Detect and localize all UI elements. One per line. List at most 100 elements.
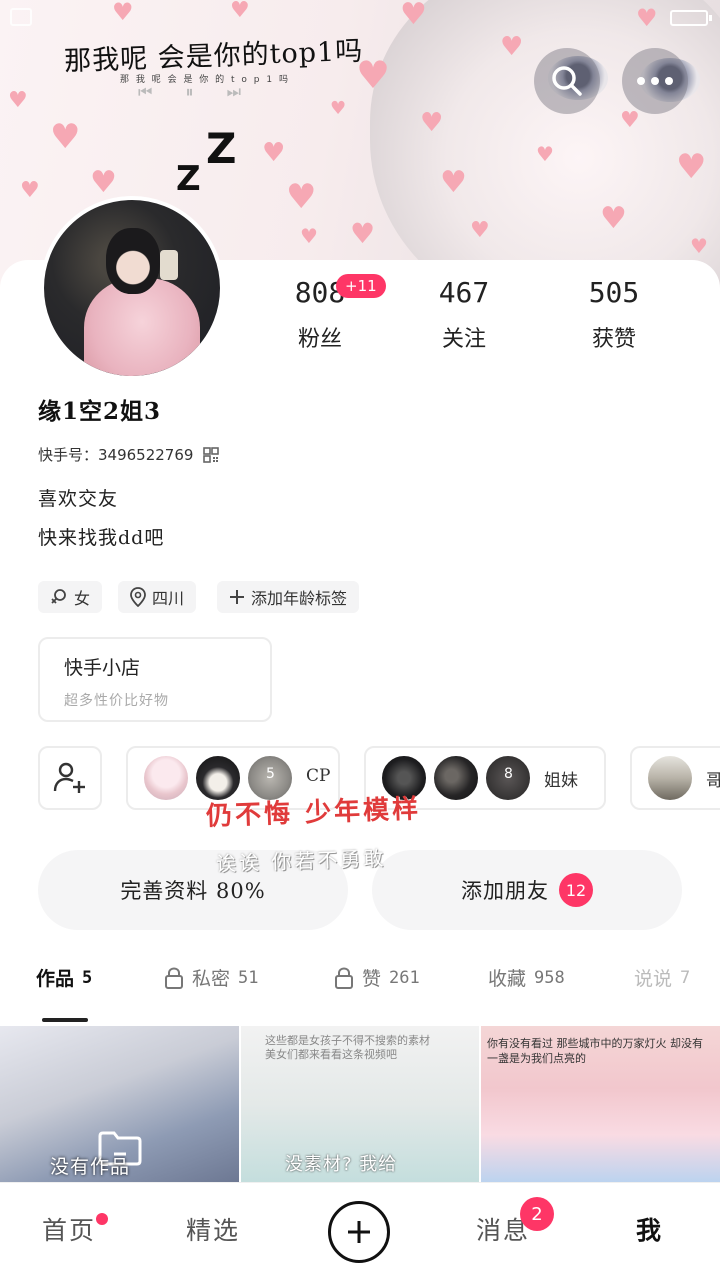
plus-icon xyxy=(230,590,244,604)
tab-moments-count: 7 xyxy=(680,967,691,988)
bio-line-2: 快来找我dd吧 xyxy=(38,527,165,549)
heart-decoration: ♥ xyxy=(230,0,250,23)
tab-favorites[interactable]: 收藏 958 xyxy=(488,964,565,991)
active-tab-indicator xyxy=(42,1018,88,1022)
group-sisters-count: 8 xyxy=(504,766,513,782)
tab-favorites-label: 收藏 xyxy=(488,968,527,990)
tab-works-label: 作品 xyxy=(36,968,75,990)
tab-works[interactable]: 作品 5 xyxy=(36,964,92,991)
thumbnail-title: 没素材? 我给 xyxy=(285,1154,398,1175)
qr-code-icon[interactable] xyxy=(203,446,220,463)
zzz-large: Z xyxy=(206,124,237,173)
heart-decoration: ♥ xyxy=(286,177,317,217)
tag-location[interactable]: 四川 xyxy=(118,581,197,613)
heart-decoration: ♥ xyxy=(20,178,40,203)
group-brother[interactable]: 哥 xyxy=(630,746,720,810)
heart-decoration: ♥ xyxy=(440,165,467,200)
heart-decoration: ♥ xyxy=(330,98,347,119)
tab-private-count: 51 xyxy=(238,967,259,988)
no-works-text: 没有作品 xyxy=(50,1156,131,1178)
zzz-small: Z xyxy=(176,159,201,199)
bottom-navigation: 首页 精选 消息 2 我 xyxy=(0,1182,720,1280)
nav-me[interactable]: 我 xyxy=(636,1211,663,1247)
stat-following-label: 关注 xyxy=(441,327,486,352)
tab-liked[interactable]: 赞 261 xyxy=(334,964,420,991)
battery-icon xyxy=(670,10,712,26)
add-user-icon xyxy=(53,762,85,793)
overlay-lyric-red: 仍不悔 少年模样 xyxy=(205,794,422,832)
tab-favorites-count: 958 xyxy=(534,967,565,988)
heart-decoration: ♥ xyxy=(112,0,134,26)
tab-moments[interactable]: 说说 7 xyxy=(634,964,690,991)
heart-decoration: ♥ xyxy=(636,4,658,32)
group-member-avatar xyxy=(142,754,190,802)
group-cp-label: CP xyxy=(306,766,331,786)
heart-decoration: ♥ xyxy=(262,138,286,168)
new-followers-badge: +11 xyxy=(336,274,386,298)
tag-location-label: 四川 xyxy=(152,589,185,608)
heart-decoration: ♥ xyxy=(470,218,490,243)
create-post-button[interactable] xyxy=(328,1201,390,1263)
heart-decoration: ♥ xyxy=(620,108,640,133)
banner-lyric-title: 那我呢 会是你的top1吗 xyxy=(63,35,364,78)
stat-likes-value: 505 xyxy=(588,276,640,309)
add-friends-button[interactable]: 添加朋友 12 xyxy=(372,850,682,930)
heart-decoration: ♥ xyxy=(300,224,318,248)
heart-decoration: ♥ xyxy=(90,165,117,200)
shop-title: 快手小店 xyxy=(64,657,141,679)
tab-liked-label: 赞 xyxy=(362,968,382,990)
tag-gender-label: 女 xyxy=(74,589,91,608)
work-thumbnail[interactable]: 你有没有看过 那些城市中的万家灯火 却没有 一盏是为我们点亮的 xyxy=(481,1026,720,1182)
work-thumbnail[interactable]: 这些都是女孩子不得不搜索的素材 美女们都来看看这条视频吧 没素材? 我给 xyxy=(241,1026,479,1182)
stat-followers-label: 粉丝 xyxy=(297,327,342,352)
heart-decoration: ♥ xyxy=(420,108,444,138)
thumbnail-caption: 这些都是女孩子不得不搜索的素材 美女们都来看看这条视频吧 xyxy=(265,1034,430,1062)
overlay-lyric-white: 诶诶 你若不勇敢 xyxy=(215,846,387,876)
tag-add-age[interactable]: 添加年龄标签 xyxy=(217,581,360,613)
heart-decoration: ♥ xyxy=(536,142,554,166)
avatar[interactable] xyxy=(40,196,224,380)
stat-following[interactable]: 467 关注 xyxy=(404,276,524,353)
nav-featured[interactable]: 精选 xyxy=(186,1211,240,1247)
nav-home-dot xyxy=(96,1213,108,1225)
tab-private[interactable]: 私密 51 xyxy=(164,964,259,991)
status-app-icon xyxy=(10,8,32,26)
add-friends-badge: 12 xyxy=(559,873,593,907)
more-icon xyxy=(637,77,673,85)
female-icon xyxy=(51,589,66,604)
group-member-avatar xyxy=(646,754,694,802)
shop-subtitle: 超多性价比好物 xyxy=(64,693,169,709)
search-button[interactable] xyxy=(534,48,600,114)
heart-decoration: ♥ xyxy=(8,88,28,113)
messages-badge: 2 xyxy=(520,1197,554,1231)
kuaishou-shop-card[interactable]: 快手小店 超多性价比好物 xyxy=(38,637,272,722)
tab-liked-count: 261 xyxy=(389,967,420,988)
stat-likes[interactable]: 505 获赞 xyxy=(554,276,674,353)
lock-icon xyxy=(165,966,183,989)
tab-private-label: 私密 xyxy=(192,968,231,990)
heart-decoration: ♥ xyxy=(600,201,627,236)
user-id-row[interactable]: 快手号：3496522769 xyxy=(38,444,220,465)
heart-decoration: ♥ xyxy=(50,117,81,157)
group-member-avatar xyxy=(432,754,480,802)
group-brother-label: 哥 xyxy=(706,771,720,791)
tab-works-count: 5 xyxy=(82,967,93,988)
more-button[interactable] xyxy=(622,48,688,114)
tag-add-age-label: 添加年龄标签 xyxy=(251,589,348,608)
user-id-label: 快手号：3496522769 xyxy=(38,446,194,464)
tag-gender[interactable]: 女 xyxy=(38,581,103,613)
heart-decoration: ♥ xyxy=(350,217,376,250)
search-icon xyxy=(552,66,582,96)
heart-decoration: ♥ xyxy=(400,0,427,32)
nav-home[interactable]: 首页 xyxy=(42,1211,96,1247)
add-friend-button[interactable] xyxy=(38,746,102,810)
heart-decoration: ♥ xyxy=(500,32,524,62)
complete-profile-label: 完善资料 80% xyxy=(120,879,266,903)
thumbnail-caption: 你有没有看过 那些城市中的万家灯火 却没有 一盏是为我们点亮的 xyxy=(487,1037,703,1066)
work-thumbnail[interactable]: 没有作品 xyxy=(0,1026,239,1182)
tab-moments-label: 说说 xyxy=(634,968,673,990)
stat-likes-label: 获赞 xyxy=(591,327,636,352)
stat-followers[interactable]: 808 粉丝 +11 xyxy=(260,274,386,353)
bio-line-1: 喜欢交友 xyxy=(38,488,119,510)
heart-decoration: ♥ xyxy=(690,234,708,258)
